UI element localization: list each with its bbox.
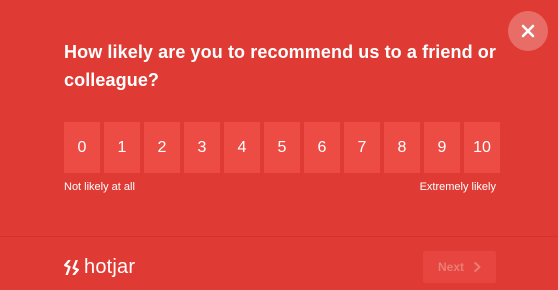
close-icon [521,24,535,38]
scale-option-6[interactable]: 6 [304,122,340,173]
scale-option-5[interactable]: 5 [264,122,300,173]
brand: hotjar [64,257,135,277]
scale-option-0[interactable]: 0 [64,122,100,173]
hotjar-logo-icon [64,259,79,275]
close-button[interactable] [508,11,548,51]
scale-option-8[interactable]: 8 [384,122,420,173]
scale-option-3[interactable]: 3 [184,122,220,173]
nps-scale: 0 1 2 3 4 5 6 7 8 9 10 [64,122,500,173]
next-button[interactable]: Next [423,251,496,283]
scale-option-9[interactable]: 9 [424,122,460,173]
scale-option-1[interactable]: 1 [104,122,140,173]
scale-high-label: Extremely likely [419,181,496,193]
survey-panel: How likely are you to recommend us to a … [0,0,558,290]
survey-question: How likely are you to recommend us to a … [64,42,496,90]
chevron-right-icon [474,262,481,272]
scale-option-2[interactable]: 2 [144,122,180,173]
survey-footer: hotjar Next [0,237,558,290]
brand-name: hotjar [84,256,136,278]
scale-low-label: Not likely at all [64,181,135,193]
scale-option-10[interactable]: 10 [464,122,500,173]
next-button-label: Next [437,260,464,274]
scale-option-7[interactable]: 7 [344,122,380,173]
scale-option-4[interactable]: 4 [224,122,260,173]
